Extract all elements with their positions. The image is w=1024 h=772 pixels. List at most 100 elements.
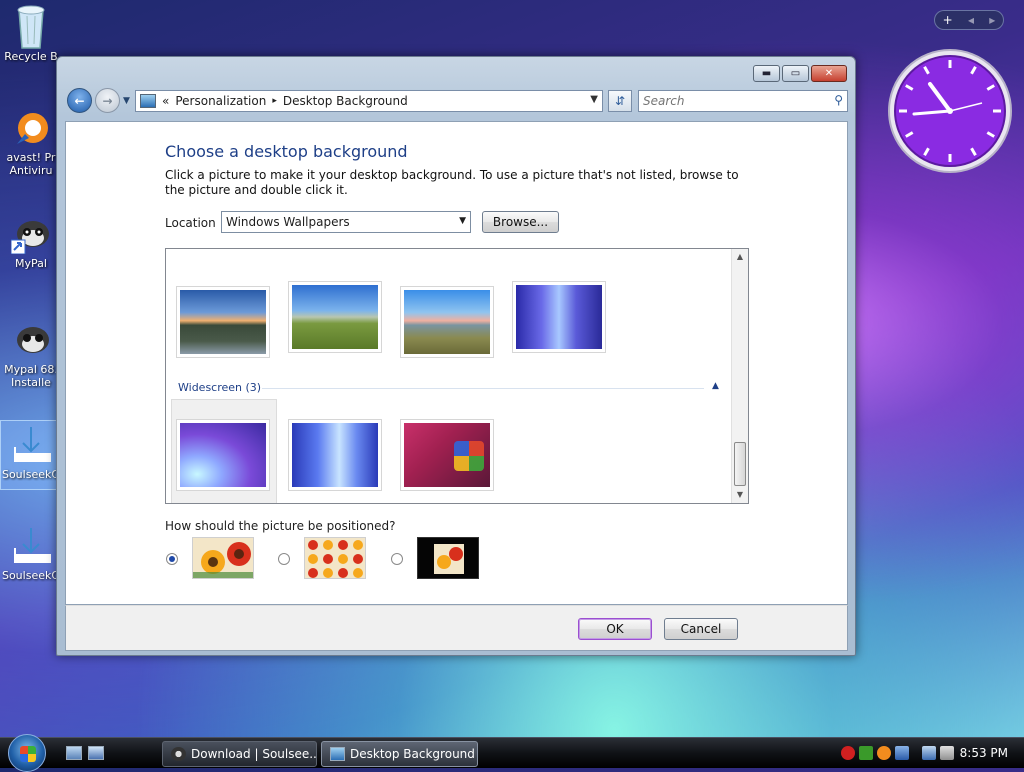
window-controls: ▬ ▭ ✕ <box>753 65 847 82</box>
desktop-icon-label: MyPal <box>15 257 47 270</box>
wallpaper-image <box>180 290 266 354</box>
wallpaper-thumbnail[interactable] <box>512 281 606 353</box>
arrow-right-icon: → <box>102 93 113 108</box>
maximize-button[interactable]: ▭ <box>782 65 809 82</box>
desktop-icon-label-line2: Installe <box>11 376 51 389</box>
close-button[interactable]: ✕ <box>811 65 847 82</box>
desktop-icon-mypal[interactable]: MyPal <box>0 214 62 270</box>
scroll-up-arrow[interactable]: ▲ <box>732 249 748 265</box>
windows-logo-icon <box>20 746 36 762</box>
gadget-prev-button[interactable]: ◂ <box>968 13 974 27</box>
collapse-group-icon[interactable]: ▲ <box>712 381 719 391</box>
navigation-bar: ← → ▼ « Personalization ▸ Desktop Backgr… <box>65 87 848 115</box>
display-icon[interactable] <box>922 746 936 760</box>
back-button[interactable]: ← <box>67 88 92 113</box>
clock-gadget[interactable] <box>887 48 1013 174</box>
arrow-left-icon: ← <box>74 93 85 108</box>
content-pane: Choose a desktop background Click a pict… <box>65 121 848 605</box>
desktop-icon-label: SoulseekQ <box>1 569 61 582</box>
taskbar-item-label: Download | Soulsee... <box>191 747 317 761</box>
browse-button[interactable]: Browse... <box>482 211 559 233</box>
raccoon-icon <box>10 214 51 255</box>
taskbar-clock[interactable]: 8:53 PM <box>960 746 1008 760</box>
scroll-down-arrow[interactable]: ▼ <box>732 487 748 503</box>
desktop-icon-recycle-bin[interactable]: Recycle B <box>0 2 62 63</box>
location-select-value: Windows Wallpapers <box>226 215 350 229</box>
refresh-button[interactable]: ⇵ <box>608 90 632 112</box>
search-box: ⚲ <box>638 90 848 112</box>
taskbar-item-soulseek[interactable]: Download | Soulsee... <box>162 741 317 767</box>
widescreen-group-header[interactable]: Widescreen (3) <box>178 381 261 394</box>
start-button[interactable] <box>8 734 46 772</box>
position-center-preview[interactable] <box>417 537 479 579</box>
desktop-icon-mypal-installer[interactable]: Mypal 68. Installe <box>0 320 62 389</box>
search-icon[interactable]: ⚲ <box>834 93 843 107</box>
wallpaper-thumbnail[interactable] <box>176 286 270 358</box>
wallpaper-image <box>404 423 490 487</box>
scrollbar-thumb[interactable] <box>734 442 746 486</box>
taskbar-item-desktop-background[interactable]: Desktop Background <box>321 741 478 767</box>
wallpaper-image <box>516 285 602 349</box>
wallpaper-thumbnail[interactable] <box>176 419 270 491</box>
volume-icon[interactable] <box>940 746 954 760</box>
wallpaper-gallery: Widescreen (3) ▲ ▲ ▼ <box>165 248 749 504</box>
show-desktop-icon[interactable] <box>66 746 82 760</box>
download-icon <box>11 526 51 566</box>
download-icon <box>11 425 51 465</box>
desktop-icon-label: avast! Pr <box>6 151 56 164</box>
security-alert-icon[interactable] <box>841 746 855 760</box>
position-radio-center[interactable] <box>391 553 403 565</box>
wallpaper-thumbnail[interactable] <box>288 419 382 491</box>
position-fit-preview[interactable] <box>192 537 254 579</box>
taskbar: Download | Soulsee... Desktop Background… <box>0 734 1024 772</box>
forward-button[interactable]: → <box>95 88 120 113</box>
breadcrumb-desktop-background[interactable]: Desktop Background <box>283 94 408 108</box>
control-panel-icon <box>140 94 156 108</box>
breadcrumb-personalization[interactable]: Personalization <box>175 94 266 108</box>
search-input[interactable] <box>639 91 819 111</box>
address-root-marker[interactable]: « <box>162 94 169 108</box>
taskbar-item-label: Desktop Background <box>350 747 475 761</box>
wallpaper-thumbnail[interactable] <box>288 281 382 353</box>
wallpaper-thumbnail[interactable] <box>400 419 494 491</box>
minimize-button[interactable]: ▬ <box>753 65 780 82</box>
desktop-icon-soulseek-2[interactable]: SoulseekQ <box>0 526 62 582</box>
gadget-next-button[interactable]: ▸ <box>989 13 995 27</box>
position-tile-preview[interactable] <box>304 537 366 579</box>
recent-pages-dropdown[interactable]: ▼ <box>123 96 133 106</box>
wallpaper-image <box>292 423 378 487</box>
group-divider <box>262 388 704 389</box>
dialog-footer: OK Cancel <box>65 605 848 651</box>
chevron-down-icon: ▼ <box>459 216 466 226</box>
desktop-icon-soulseek-1[interactable]: SoulseekQ <box>0 420 62 490</box>
location-select[interactable]: Windows Wallpapers ▼ <box>221 211 471 233</box>
position-question: How should the picture be positioned? <box>165 519 396 533</box>
wallpaper-image <box>180 423 266 487</box>
gadget-toolbar: + ◂ ▸ <box>934 10 1004 30</box>
gallery-scrollbar[interactable]: ▲ ▼ <box>731 249 748 503</box>
recycle-bin-icon <box>11 2 51 49</box>
control-panel-icon <box>330 747 345 761</box>
page-title: Choose a desktop background <box>165 142 408 161</box>
desktop-icon-avast[interactable]: avast! Pr Antiviru <box>0 108 62 177</box>
raccoon-icon <box>11 320 51 360</box>
position-radio-fit[interactable] <box>166 553 178 565</box>
wallpaper-thumbnail[interactable] <box>400 286 494 358</box>
position-radio-tile[interactable] <box>278 553 290 565</box>
avast-icon[interactable] <box>877 746 891 760</box>
add-gadget-button[interactable]: + <box>943 13 953 27</box>
ok-button[interactable]: OK <box>578 618 652 640</box>
breadcrumb-separator[interactable]: ▸ <box>272 96 277 106</box>
updates-icon[interactable] <box>859 746 873 760</box>
address-bar[interactable]: « Personalization ▸ Desktop Background ▼ <box>135 90 603 112</box>
desktop-icon-label-line2: Antiviru <box>9 164 53 177</box>
avast-icon <box>11 108 51 148</box>
location-label: Location <box>165 216 216 230</box>
wallpaper-image <box>292 285 378 349</box>
address-dropdown-icon[interactable]: ▼ <box>590 94 598 105</box>
raccoon-icon <box>171 747 186 761</box>
switch-windows-icon[interactable] <box>88 746 104 760</box>
network-icon[interactable] <box>895 746 909 760</box>
cancel-button[interactable]: Cancel <box>664 618 738 640</box>
desktop-icon-label: Mypal 68. <box>4 363 58 376</box>
